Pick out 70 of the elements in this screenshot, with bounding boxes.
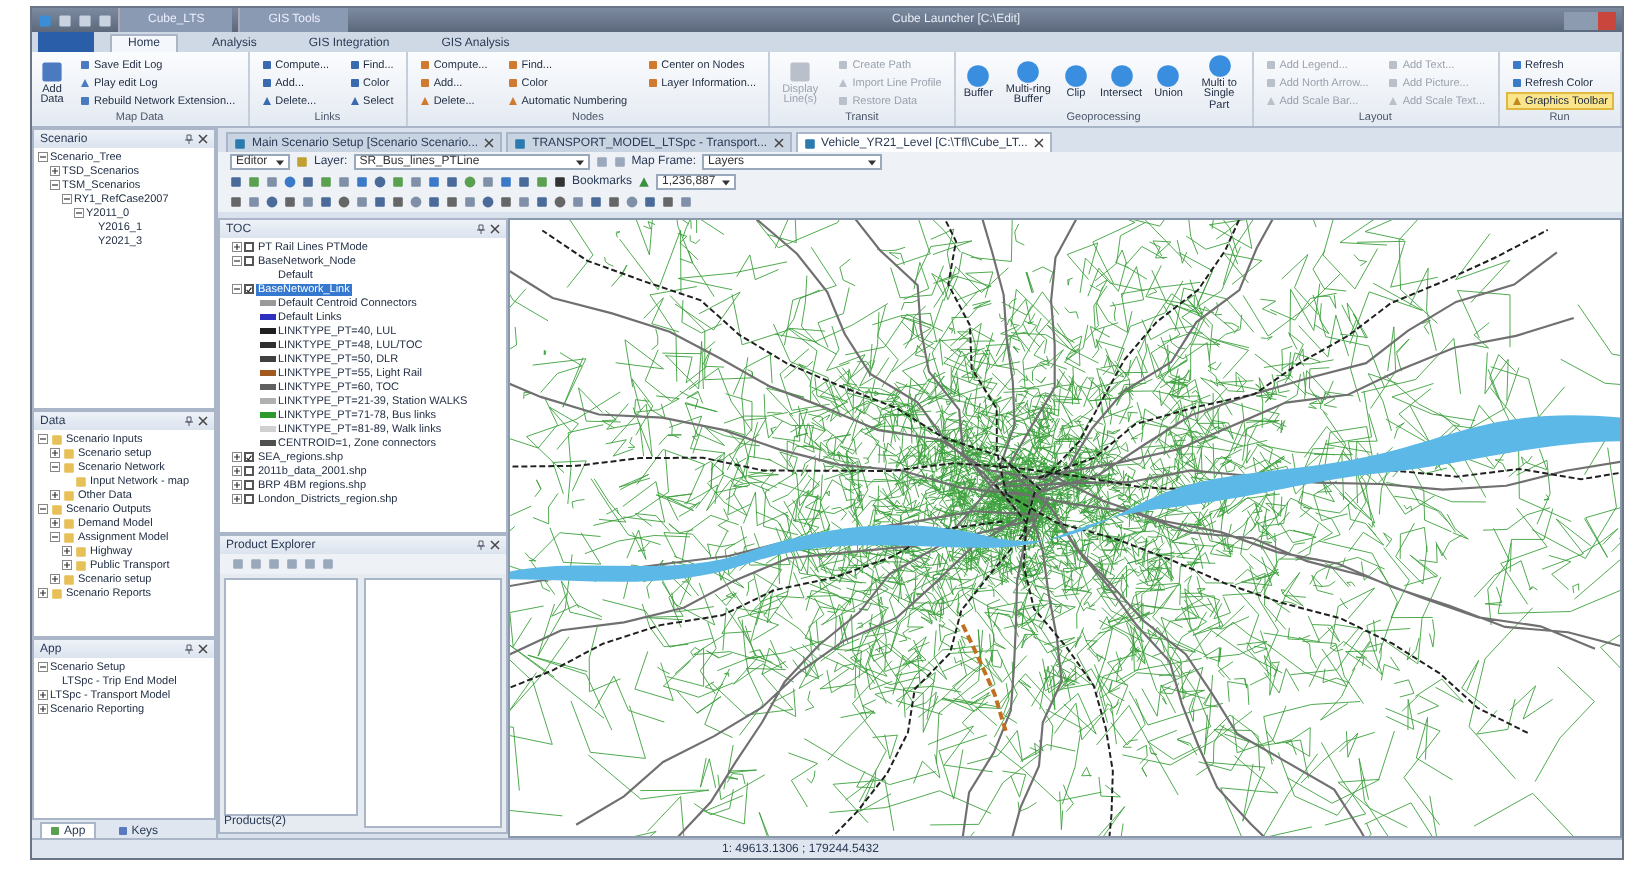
layer-checkbox[interactable] <box>244 494 254 504</box>
document-icon <box>803 137 816 149</box>
pin-icon[interactable] <box>476 540 486 550</box>
layer-checkbox[interactable] <box>244 452 254 462</box>
document-icon <box>514 137 527 149</box>
pin-icon[interactable] <box>476 224 486 234</box>
close-icon[interactable] <box>484 138 495 148</box>
pin-icon[interactable] <box>184 134 194 144</box>
tool-icon <box>788 59 813 83</box>
collapse-icon[interactable] <box>62 194 72 204</box>
expand-icon[interactable] <box>232 242 242 252</box>
expand-icon[interactable] <box>38 690 48 700</box>
layer-checkbox[interactable] <box>244 480 254 490</box>
pencil-icon <box>296 156 308 168</box>
collapse-icon[interactable] <box>38 662 48 672</box>
caret-icon <box>276 159 284 165</box>
collapse-icon[interactable] <box>232 284 242 294</box>
collapse-icon[interactable] <box>232 256 242 266</box>
close-icon[interactable] <box>1033 138 1044 148</box>
caret-icon <box>722 179 731 185</box>
network-map-drawing[interactable] <box>510 220 1620 836</box>
tool-icon <box>1207 53 1232 78</box>
expand-icon[interactable] <box>50 518 60 528</box>
layer-checkbox[interactable] <box>244 256 254 266</box>
collapse-icon[interactable] <box>38 434 48 444</box>
close-icon[interactable] <box>773 138 784 148</box>
expand-icon[interactable] <box>50 574 60 584</box>
collapse-icon[interactable] <box>74 208 84 218</box>
layer-checkbox[interactable] <box>244 466 254 476</box>
tool-icon <box>966 64 991 89</box>
close-icon[interactable] <box>198 134 208 144</box>
tool-icon <box>40 59 64 83</box>
layer-checkbox[interactable] <box>244 242 254 252</box>
close-icon[interactable] <box>490 224 500 234</box>
caret-icon <box>575 159 584 165</box>
tool-icon <box>1156 64 1181 89</box>
close-icon[interactable] <box>198 416 208 426</box>
expand-icon[interactable] <box>62 546 72 556</box>
close-icon[interactable] <box>490 540 500 550</box>
expand-icon[interactable] <box>50 490 60 500</box>
collapse-icon[interactable] <box>50 532 60 542</box>
pin-icon[interactable] <box>184 644 194 654</box>
expand-icon[interactable] <box>232 466 242 476</box>
redo-icon <box>613 156 626 168</box>
collapse-icon[interactable] <box>50 180 60 190</box>
expand-icon[interactable] <box>232 494 242 504</box>
expand-icon[interactable] <box>50 448 60 458</box>
flag-icon <box>638 176 651 188</box>
collapse-icon[interactable] <box>38 504 48 514</box>
tab-icon <box>50 826 60 836</box>
tool-icon <box>1109 64 1134 89</box>
pin-icon[interactable] <box>184 416 194 426</box>
tool-icon <box>1063 64 1088 89</box>
tab-icon <box>117 826 128 836</box>
expand-icon[interactable] <box>50 166 60 176</box>
collapse-icon[interactable] <box>50 462 60 472</box>
expand-icon[interactable] <box>232 452 242 462</box>
pencil-icon <box>1511 96 1522 106</box>
expand-icon[interactable] <box>232 480 242 490</box>
undo-icon <box>595 156 608 168</box>
close-icon[interactable] <box>198 644 208 654</box>
expand-icon[interactable] <box>38 588 48 598</box>
tool-icon <box>1016 59 1041 83</box>
layer-checkbox[interactable] <box>244 284 254 294</box>
binoculars-icon <box>554 176 566 188</box>
collapse-icon[interactable] <box>38 152 48 162</box>
document-icon <box>234 137 246 149</box>
expand-icon[interactable] <box>38 704 48 714</box>
expand-icon[interactable] <box>62 560 72 570</box>
caret-icon <box>868 159 877 165</box>
